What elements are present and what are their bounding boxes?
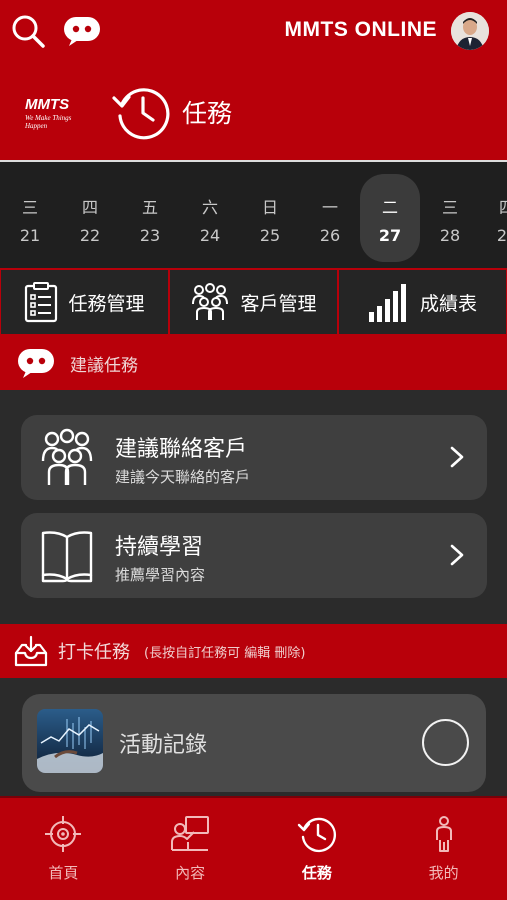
bottom-tab-bar: 首頁 內容 任務 我的 xyxy=(0,796,507,900)
section-label: 建議任務 xyxy=(70,355,138,376)
weekday-label: 五 xyxy=(141,198,158,217)
task-checkbox[interactable] xyxy=(422,719,469,766)
bar-chart-icon xyxy=(368,284,406,322)
history-clock-icon xyxy=(297,817,336,853)
calendar-day[interactable]: 六 24 xyxy=(186,174,234,262)
logo-tagline: We Make Things Happen xyxy=(25,114,72,130)
calendar-day[interactable]: 五 23 xyxy=(126,174,174,262)
client-management-button[interactable]: 客戶管理 xyxy=(170,270,337,334)
calendar-day[interactable]: 四 29 xyxy=(483,174,507,262)
avatar[interactable] xyxy=(451,12,489,50)
scoreboard-button[interactable]: 成績表 xyxy=(339,270,506,334)
chatbot-icon[interactable] xyxy=(62,15,102,47)
date-label: 21 xyxy=(19,226,41,245)
search-icon[interactable] xyxy=(10,13,46,49)
section-hint: (長按自訂任務可 編輯 刪除) xyxy=(144,645,306,661)
calendar-day[interactable]: 一 26 xyxy=(306,174,354,262)
date-label: 26 xyxy=(319,226,341,245)
tab-home[interactable]: 首頁 xyxy=(0,798,127,900)
person-icon xyxy=(435,816,452,852)
tab-profile[interactable]: 我的 xyxy=(380,798,507,900)
weekday-label: 三 xyxy=(21,198,38,217)
chevron-right-icon xyxy=(450,544,464,566)
inbox-download-icon xyxy=(14,635,48,667)
tab-tasks[interactable]: 任務 xyxy=(254,798,381,900)
quick-actions: 任務管理 客戶管理 成績表 xyxy=(0,268,507,336)
target-icon xyxy=(45,816,82,852)
date-label: 27 xyxy=(378,226,402,245)
page-title: 任務 xyxy=(182,99,233,128)
date-label: 22 xyxy=(79,226,101,245)
date-label: 29 xyxy=(496,226,507,245)
suggested-tasks-header: 建議任務 xyxy=(0,336,507,390)
continuous-learning-card[interactable]: 持續學習 推薦學習內容 xyxy=(21,513,487,598)
weekday-label: 日 xyxy=(261,198,278,217)
scoreboard-label: 成績表 xyxy=(419,292,477,315)
people-group-icon xyxy=(41,428,93,485)
weekday-label: 一 xyxy=(321,198,338,217)
history-clock-icon xyxy=(112,88,170,140)
calendar-day[interactable]: 日 25 xyxy=(246,174,294,262)
date-label: 28 xyxy=(439,226,461,245)
task-thumbnail xyxy=(37,709,103,773)
tab-content[interactable]: 內容 xyxy=(127,798,254,900)
task-management-button[interactable]: 任務管理 xyxy=(1,270,168,334)
card-title: 持續學習 xyxy=(115,535,204,560)
card-subtitle: 推薦學習內容 xyxy=(115,566,206,584)
card-subtitle: 建議今天聯絡的客戶 xyxy=(115,468,251,486)
top-bar: MMTS ONLINE xyxy=(0,0,507,62)
calendar-day[interactable]: 四 22 xyxy=(66,174,114,262)
date-label: 24 xyxy=(199,226,221,245)
checkin-tasks-header: 打卡任務 (長按自訂任務可 編輯 刪除) xyxy=(0,624,507,678)
weekday-label: 二 xyxy=(381,198,398,217)
open-book-icon xyxy=(41,531,93,583)
logo-text: MMTS xyxy=(25,96,70,113)
weekday-label: 四 xyxy=(81,198,98,217)
section-label: 打卡任務 xyxy=(58,642,130,663)
date-label: 25 xyxy=(259,226,281,245)
weekday-label: 三 xyxy=(441,198,458,217)
brand-title: MMTS ONLINE xyxy=(284,18,437,41)
tab-label: 內容 xyxy=(175,864,206,882)
task-management-label: 任務管理 xyxy=(68,292,145,315)
tab-label: 任務 xyxy=(301,864,332,882)
chatbot-icon xyxy=(18,349,54,378)
tab-label: 我的 xyxy=(428,864,459,882)
tab-label: 首頁 xyxy=(48,864,79,882)
calendar-day[interactable]: 三 21 xyxy=(6,174,54,262)
calendar-strip[interactable]: 三 21 四 22 五 23 六 24 日 25 一 26 二 27 三 28 四 29 xyxy=(0,162,507,268)
calendar-day[interactable]: 三 28 xyxy=(426,174,474,262)
weekday-label: 四 xyxy=(498,198,507,217)
activity-log-task[interactable]: 活動記錄 xyxy=(22,694,486,792)
client-management-label: 客戶管理 xyxy=(240,292,317,315)
chevron-right-icon xyxy=(450,446,464,468)
weekday-label: 六 xyxy=(201,198,218,217)
suggest-contact-card[interactable]: 建議聯絡客戶 建議今天聯絡的客戶 xyxy=(21,415,487,500)
date-label: 23 xyxy=(139,226,161,245)
task-name: 活動記錄 xyxy=(119,733,208,758)
people-group-icon xyxy=(192,283,229,320)
card-title: 建議聯絡客戶 xyxy=(115,437,248,462)
page-header: MMTS We Make Things Happen 任務 xyxy=(0,62,507,160)
calendar-day-selected[interactable]: 二 27 xyxy=(360,174,420,262)
company-logo: MMTS We Make Things Happen xyxy=(25,94,95,130)
presenter-icon xyxy=(171,816,210,851)
clipboard-list-icon xyxy=(25,282,58,323)
